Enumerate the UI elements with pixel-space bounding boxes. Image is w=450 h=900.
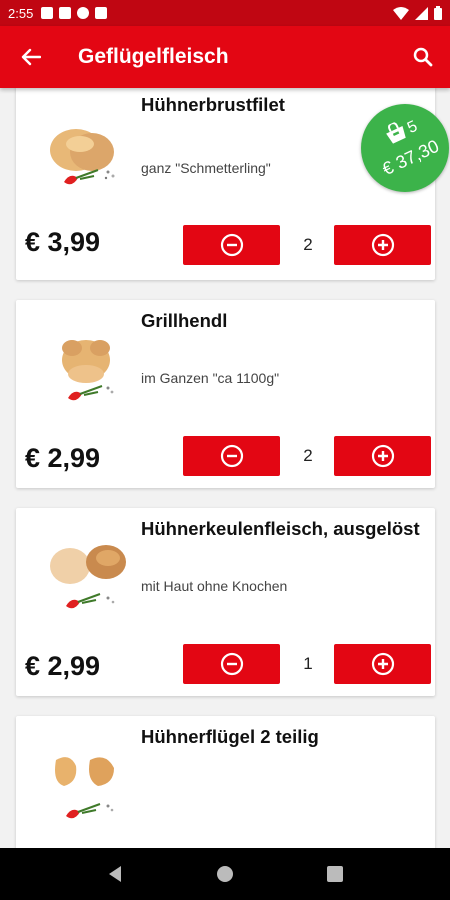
product-card[interactable]: Grillhendl im Ganzen "ca 1100g" € 2,99 2: [16, 300, 435, 488]
cart-badge[interactable]: 5 € 37,30: [361, 104, 449, 192]
plus-circle-icon: [371, 652, 394, 676]
product-image: [50, 129, 115, 185]
nav-home-icon[interactable]: [216, 865, 234, 883]
quantity-value: 1: [303, 654, 313, 673]
minus-circle-icon: [220, 444, 243, 468]
decrease-quantity-button[interactable]: [183, 644, 280, 684]
page-title: Geflügelfleisch: [78, 45, 229, 68]
product-card[interactable]: Hühnerkeulenfleisch, ausgelöst mit Haut …: [16, 508, 435, 696]
battery-icon: [434, 6, 442, 20]
wifi-icon: [393, 6, 409, 20]
notification-icon: [59, 7, 72, 19]
product-price: € 3,99: [25, 227, 101, 257]
notification-icon: [41, 7, 54, 19]
product-price: € 2,99: [25, 443, 101, 473]
increase-quantity-button[interactable]: [334, 225, 431, 265]
system-nav-bar: [0, 848, 450, 900]
decrease-quantity-button[interactable]: [183, 225, 280, 265]
sd-card-icon: [95, 7, 108, 19]
cellular-icon: [415, 6, 428, 20]
increase-quantity-button[interactable]: [334, 436, 431, 476]
search-icon: [413, 47, 433, 67]
app-bar: Geflügelfleisch: [0, 26, 450, 88]
decrease-quantity-button[interactable]: [183, 436, 280, 476]
cart-total: € 37,30: [379, 135, 442, 180]
plus-circle-icon: [371, 233, 394, 257]
status-time: 2:55: [8, 5, 34, 21]
nav-back-icon[interactable]: [107, 865, 123, 883]
product-name: Grillhendl: [141, 310, 228, 331]
quantity-value: 2: [303, 235, 313, 254]
search-button[interactable]: [396, 26, 450, 88]
product-description: im Ganzen "ca 1100g": [141, 370, 280, 386]
product-description: ganz "Schmetterling": [141, 160, 271, 176]
product-price: € 2,99: [25, 651, 101, 681]
product-image: [62, 340, 114, 401]
product-name: Hühnerflügel 2 teilig: [141, 726, 319, 747]
increase-quantity-button[interactable]: [334, 644, 431, 684]
minus-circle-icon: [220, 652, 243, 676]
notification-icon: [77, 7, 90, 19]
nav-recents-icon[interactable]: [327, 866, 344, 882]
product-description: mit Haut ohne Knochen: [141, 578, 288, 594]
product-image: [50, 545, 126, 609]
plus-circle-icon: [371, 444, 394, 468]
minus-circle-icon: [220, 233, 243, 257]
quantity-value: 2: [303, 446, 313, 465]
back-button[interactable]: [0, 26, 62, 88]
product-card[interactable]: Hühnerflügel 2 teilig: [16, 716, 435, 848]
product-name: Hühnerkeulenfleisch, ausgelöst: [141, 518, 420, 539]
back-arrow-icon: [21, 48, 41, 66]
status-bar: 2:55: [0, 0, 450, 26]
product-image: [55, 757, 114, 819]
product-name: Hühnerbrustfilet: [141, 94, 285, 115]
